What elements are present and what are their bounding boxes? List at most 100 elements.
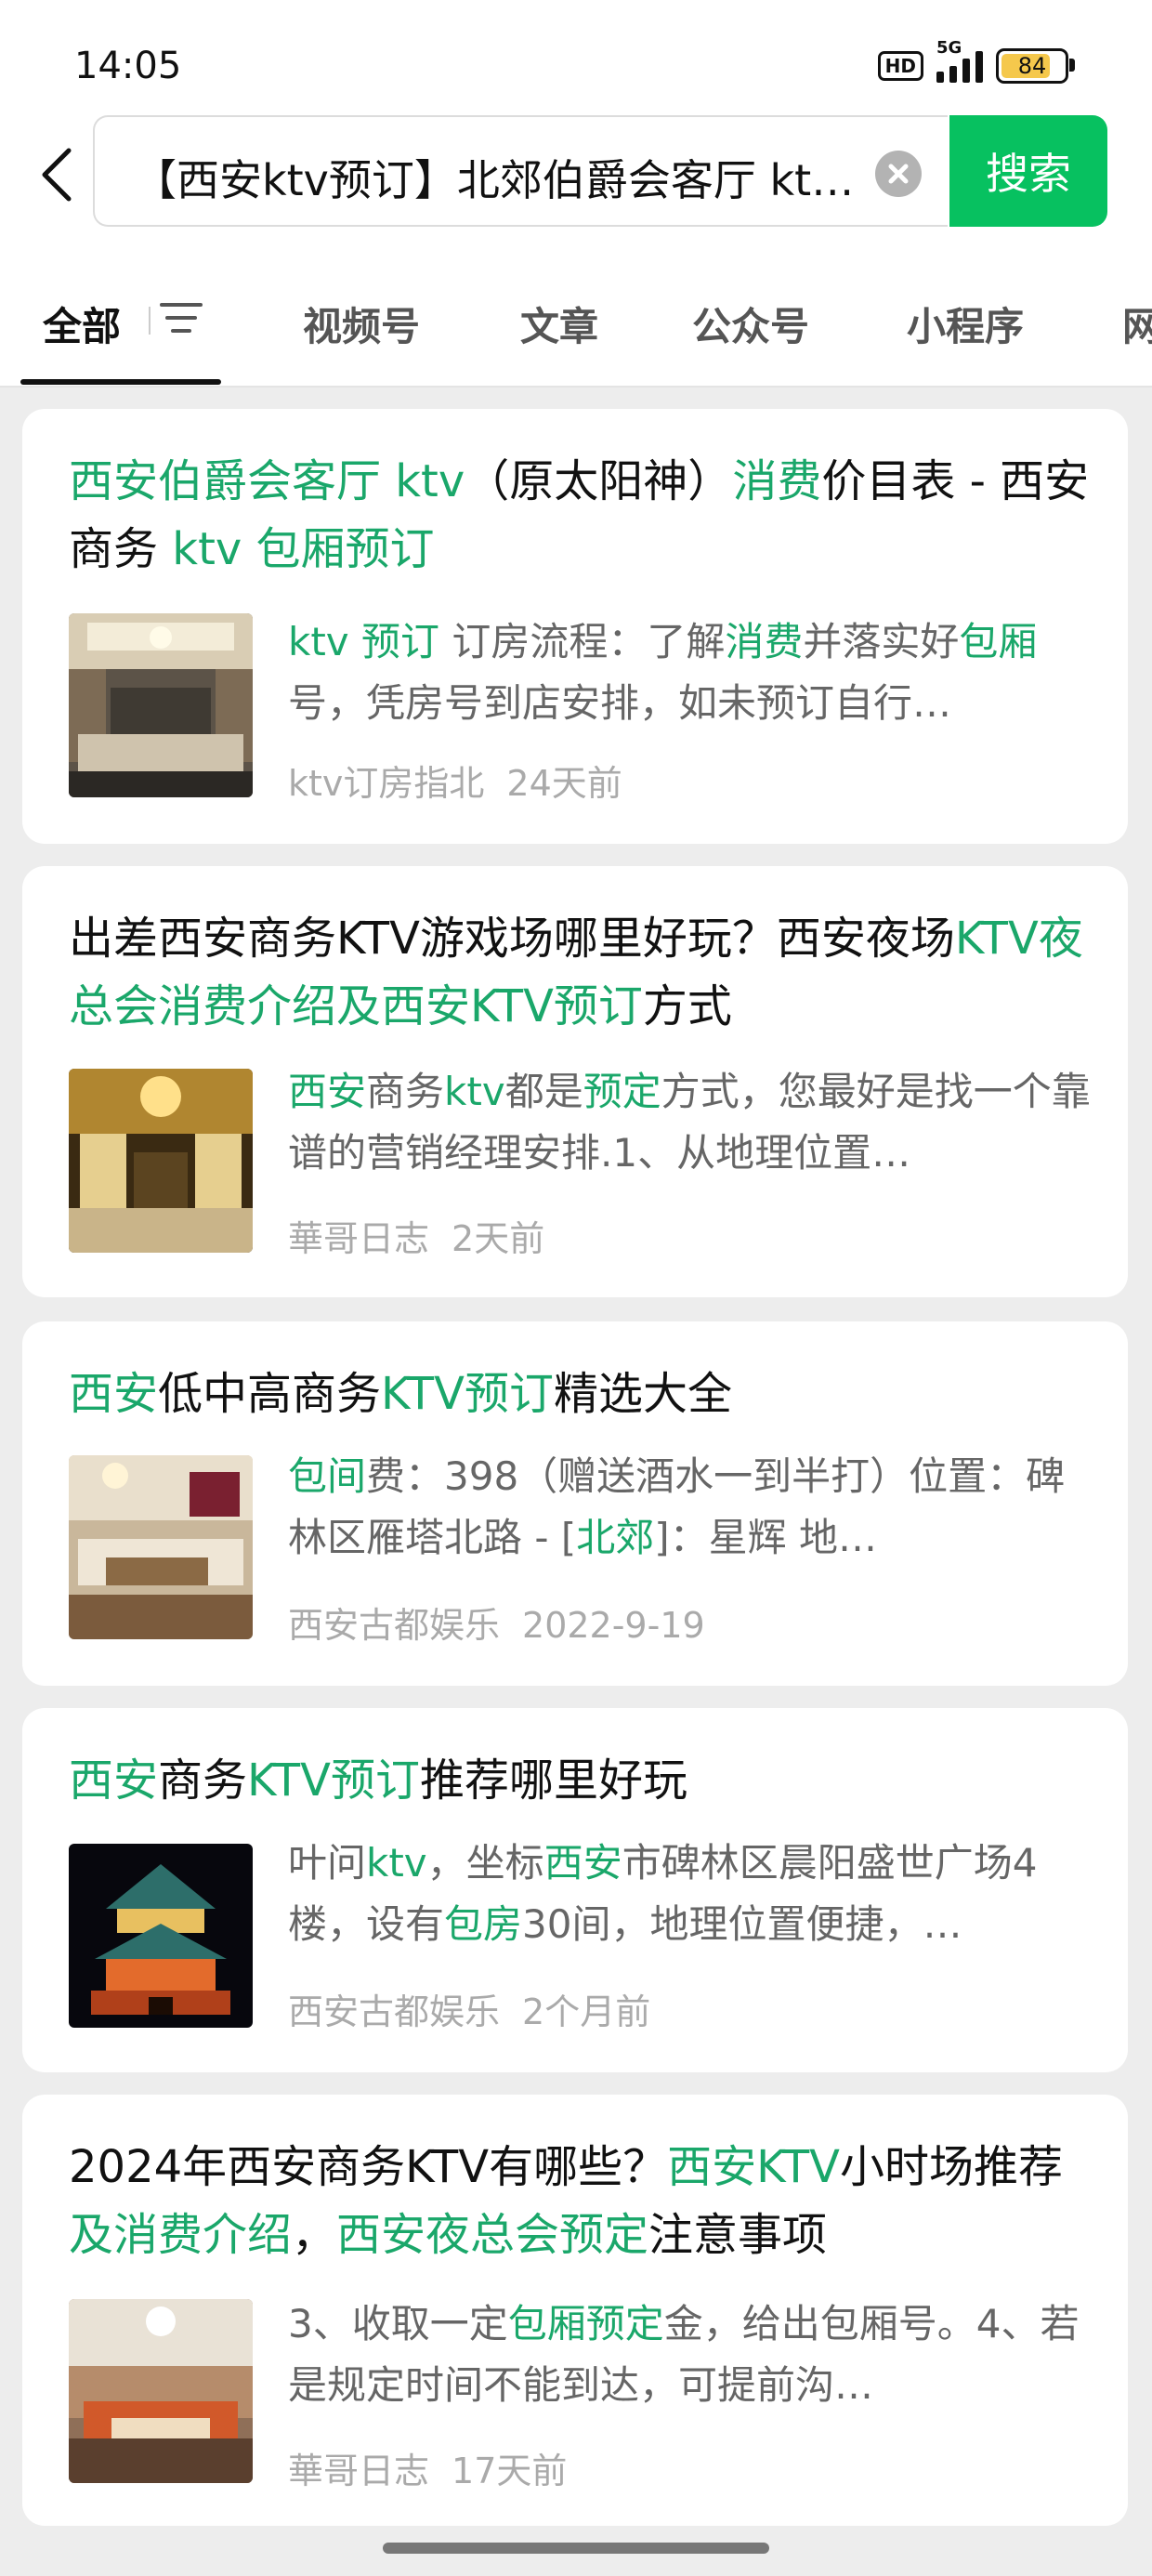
result-meta: 西安古都娱乐 2个月前 (288, 1983, 650, 2034)
highlighted-keyword: 消费 (732, 455, 822, 507)
tab-all[interactable]: 全部 (43, 296, 121, 352)
result-title[interactable]: 出差西安商务KTV游戏场哪里好玩？西安夜场KTV夜总会消费介绍及西安KTV预订方… (69, 905, 1091, 1041)
text-run: 并落实好 (803, 619, 960, 664)
battery-icon: 84 (996, 48, 1075, 84)
result-time: 2个月前 (522, 1991, 651, 2032)
text-run: （原太阳神） (465, 455, 733, 507)
text-run: 3、收取一定 (288, 2301, 508, 2346)
active-tab-indicator (20, 379, 221, 385)
search-query[interactable]: 【西安ktv预订】北郊伯爵会客厅 ktv（原太阳神）消费价目表 (134, 147, 877, 208)
text-run: 方式 (642, 980, 732, 1032)
text-run: 都是 (504, 1069, 583, 1114)
result-source[interactable]: ktv订房指北 (288, 763, 484, 804)
result-card[interactable]: 西安商务KTV预订推荐哪里好玩 叶问ktv，坐标西安市碑林区晨阳盛世广场4楼，设… (22, 1708, 1128, 2072)
result-card[interactable]: 2024年西安商务KTV有哪些？西安KTV小时场推荐及消费介绍，西安夜总会预定注… (22, 2095, 1128, 2526)
text-run: 低中高商务 (158, 1368, 382, 1420)
result-card[interactable]: 西安伯爵会客厅 ktv（原太阳神）消费价目表 - 西安商务 ktv 包厢预订 k… (22, 409, 1128, 844)
result-time: 24天前 (506, 763, 622, 804)
filter-icon[interactable] (160, 299, 203, 336)
clear-icon[interactable] (875, 151, 922, 197)
result-snippet: 包间费：398（赠送酒水一到半打）位置：碑林区雁塔北路 - [北郊]：星辉 地… (288, 1446, 1096, 1569)
result-meta: 西安古都娱乐 2022-9-19 (288, 1597, 705, 1648)
result-source[interactable]: 華哥日志 (288, 2451, 429, 2491)
text-run: 商务 (158, 1755, 248, 1807)
text-run: ， (292, 2209, 337, 2261)
tab-divider (149, 307, 151, 335)
highlighted-keyword: ktv (366, 1840, 427, 1886)
result-time: 2天前 (452, 1218, 545, 1259)
network-label: 5G (936, 38, 962, 58)
highlighted-keyword: KTV预订 (247, 1755, 420, 1807)
highlighted-keyword: 西安夜总会预定 (336, 2209, 649, 2261)
tab-articles[interactable]: 文章 (520, 296, 598, 352)
highlighted-keyword: 包间 (288, 1453, 367, 1499)
text-run: 号，凭房号到店安排，如未预订自行… (288, 680, 952, 726)
result-thumbnail (69, 1844, 253, 2028)
hd-icon: HD (877, 51, 923, 81)
result-meta: ktv订房指北 24天前 (288, 755, 622, 806)
result-time: 17天前 (452, 2451, 568, 2491)
result-thumbnail (69, 2299, 253, 2483)
highlighted-keyword: KTV预订 (381, 1368, 554, 1420)
result-snippet: ktv 预订 订房流程：了解消费并落实好包厢号，凭房号到店安排，如未预订自行… (288, 611, 1096, 734)
result-source[interactable]: 西安古都娱乐 (288, 1605, 500, 1646)
text-run: 商务 (366, 1069, 445, 1114)
search-bar: 【西安ktv预订】北郊伯爵会客厅 ktv（原太阳神）消费价目表 搜索 (0, 112, 1152, 242)
result-card[interactable]: 出差西安商务KTV游戏场哪里好玩？西安夜场KTV夜总会消费介绍及西安KTV预订方… (22, 866, 1128, 1297)
highlighted-keyword: ktv (444, 1069, 505, 1114)
status-bar: 14:05 HD 5G 84 (0, 0, 1152, 112)
battery-level: 84 (1017, 53, 1047, 79)
result-meta: 華哥日志 17天前 (288, 2442, 567, 2493)
home-indicator[interactable] (383, 2543, 769, 2554)
result-source[interactable]: 西安古都娱乐 (288, 1991, 500, 2032)
result-snippet: 3、收取一定包厢预定金，给出包厢号。4、若是规定时间不能到达，可提前沟… (288, 2293, 1096, 2416)
highlighted-keyword: 西安 (69, 1368, 159, 1420)
result-meta: 華哥日志 2天前 (288, 1210, 544, 1261)
text-run: 30间，地理位置便捷，… (522, 1901, 962, 1947)
tab-official-accounts[interactable]: 公众号 (692, 296, 809, 352)
text-run: 2024年西安商务KTV有哪些？ (69, 2141, 668, 2193)
back-icon[interactable] (33, 145, 82, 204)
result-title[interactable]: 西安商务KTV预订推荐哪里好玩 (69, 1747, 1091, 1815)
tab-mini-programs[interactable]: 小程序 (907, 296, 1024, 352)
search-button[interactable]: 搜索 (949, 115, 1107, 227)
text-run: 推荐哪里好玩 (419, 1755, 687, 1807)
result-card[interactable]: 西安低中高商务KTV预订精选大全 包间费：398（赠送酒水一到半打）位置：碑林区… (22, 1321, 1128, 1686)
text-run: 叶问 (288, 1840, 367, 1886)
result-source[interactable]: 華哥日志 (288, 1218, 429, 1259)
text-run: 精选大全 (553, 1368, 732, 1420)
tab-channels[interactable]: 视频号 (303, 296, 420, 352)
highlighted-keyword: 消费 (725, 619, 804, 664)
tab-bar: 全部 视频号 文章 公众号 小程序 网页 (0, 242, 1152, 388)
clock: 14:05 (74, 45, 182, 87)
result-snippet: 叶问ktv，坐标西安市碑林区晨阳盛世广场4楼，设有包房30间，地理位置便捷，… (288, 1833, 1096, 1955)
result-title[interactable]: 西安低中高商务KTV预订精选大全 (69, 1360, 1091, 1428)
highlighted-keyword: ktv 包厢预订 (172, 523, 435, 575)
highlighted-keyword: 北郊 (576, 1515, 655, 1560)
result-thumbnail (69, 1069, 253, 1253)
result-thumbnail (69, 613, 253, 797)
highlighted-keyword: 西安伯爵会客厅 ktv (69, 455, 465, 507)
tab-web[interactable]: 网页 (1122, 296, 1152, 352)
status-icons: HD 5G 84 (877, 38, 1075, 84)
highlighted-keyword: 预定 (583, 1069, 661, 1114)
result-title[interactable]: 西安伯爵会客厅 ktv（原太阳神）消费价目表 - 西安商务 ktv 包厢预订 (69, 448, 1091, 584)
highlighted-keyword: 包厢 (959, 619, 1038, 664)
highlighted-keyword: 西安 (288, 1069, 367, 1114)
result-snippet: 西安商务ktv都是预定方式，您最好是找一个靠谱的营销经理安排.1、从地理位置… (288, 1061, 1096, 1184)
highlighted-keyword: ktv 预订 (288, 619, 439, 664)
result-title[interactable]: 2024年西安商务KTV有哪些？西安KTV小时场推荐及消费介绍，西安夜总会预定注… (69, 2134, 1091, 2269)
signal-icon: 5G (936, 38, 983, 83)
highlighted-keyword: 西安KTV (667, 2141, 840, 2193)
result-time: 2022-9-19 (522, 1605, 705, 1646)
text-run: 小时场推荐 (840, 2141, 1064, 2193)
highlighted-keyword: 包厢预定 (507, 2301, 664, 2346)
highlighted-keyword: 及消费介绍 (69, 2209, 293, 2261)
text-run: 注意事项 (648, 2209, 828, 2261)
text-run: 出差西安商务KTV游戏场哪里好玩？西安夜场 (69, 913, 955, 965)
text-run: ，坐标 (426, 1840, 544, 1886)
text-run: ]：星辉 地… (654, 1515, 878, 1560)
search-input[interactable]: 【西安ktv预订】北郊伯爵会客厅 ktv（原太阳神）消费价目表 (93, 115, 948, 227)
highlighted-keyword: 西安 (543, 1840, 622, 1886)
highlighted-keyword: 包房 (444, 1901, 523, 1947)
